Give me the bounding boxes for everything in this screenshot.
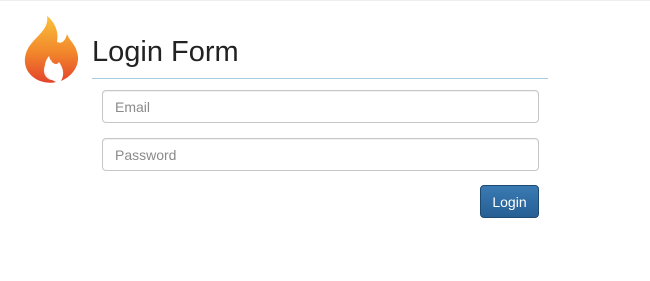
login-page: Login Form Login	[0, 0, 650, 281]
password-field[interactable]	[102, 138, 539, 171]
flame-logo-icon	[19, 14, 83, 84]
form-header: Login Form	[92, 34, 548, 79]
email-field[interactable]	[102, 90, 539, 123]
page-title: Login Form	[92, 36, 239, 68]
login-button[interactable]: Login	[480, 185, 539, 218]
